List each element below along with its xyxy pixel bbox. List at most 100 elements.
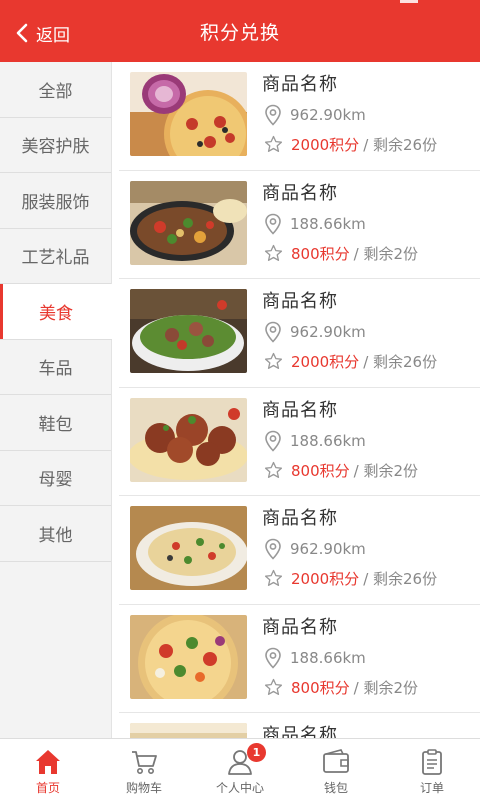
points-value: 800积分 xyxy=(291,678,350,697)
home-icon xyxy=(36,750,60,774)
product-item[interactable]: 商品名称 962.90km 2000积分 / 剩余26份 xyxy=(119,62,480,171)
star-icon xyxy=(264,569,283,587)
product-points: 800积分 / 剩余2份 xyxy=(264,677,418,698)
product-item[interactable]: 商品名称 962.90km 2000积分 / 剩余26份 xyxy=(119,279,480,388)
product-list[interactable]: 商品名称 962.90km 2000积分 / 剩余26份 商品名称 188.66… xyxy=(113,62,480,738)
product-name: 商品名称 xyxy=(262,74,338,95)
product-points: 800积分 / 剩余2份 xyxy=(264,460,418,481)
sidebar-item-label: 全部 xyxy=(38,81,73,102)
product-image xyxy=(130,397,247,482)
distance-value: 962.90km xyxy=(290,540,366,558)
sidebar-item-label: 其他 xyxy=(38,525,73,546)
sidebar-item-shoes-bags[interactable]: 鞋包 xyxy=(0,395,111,451)
star-icon xyxy=(264,678,283,695)
points-value: 2000积分 xyxy=(291,353,360,371)
product-image xyxy=(130,723,247,738)
sidebar-item-other[interactable]: 其他 xyxy=(0,506,111,562)
product-name: 商品名称 xyxy=(262,182,338,204)
category-sidebar: 全部 美容护肤 服装服饰 工艺礼品 美食 车品 鞋包 母婴 其他 xyxy=(0,62,112,738)
stock-remaining: / 剩余2份 xyxy=(353,244,419,263)
sidebar-item-clothing[interactable]: 服装服饰 xyxy=(0,173,111,229)
product-distance: 962.90km xyxy=(264,321,366,343)
sidebar-item-label: 车品 xyxy=(38,359,73,380)
order-icon xyxy=(422,749,442,775)
cart-icon xyxy=(132,751,157,774)
points-value: 800积分 xyxy=(291,244,350,263)
sidebar-item-beauty[interactable]: 美容护肤 xyxy=(0,118,111,173)
product-image xyxy=(130,180,247,265)
product-name: 商品名称 xyxy=(262,291,338,312)
sidebar-item-food[interactable]: 美食 xyxy=(0,284,112,340)
sidebar-item-label: 服装服饰 xyxy=(21,192,90,213)
sidebar-item-label: 美食 xyxy=(39,303,73,324)
star-icon xyxy=(264,244,283,261)
bottom-tab-bar: 首页 购物车 1 个人中心 钱包 订单 xyxy=(0,738,480,800)
points-value: 2000积分 xyxy=(291,136,360,154)
product-name: 商品名称 xyxy=(262,616,338,638)
stock-remaining: / 剩余26份 xyxy=(363,570,438,588)
tab-label: 首页 xyxy=(35,781,60,795)
product-image xyxy=(130,506,247,590)
product-image xyxy=(130,72,247,156)
sidebar-item-all[interactable]: 全部 xyxy=(0,62,111,118)
product-distance: 962.90km xyxy=(264,104,366,126)
app-header: 返回 积分兑换 xyxy=(0,0,480,62)
product-item[interactable]: 商品名称 188.66km 800积分 / 剩余2份 xyxy=(119,388,480,496)
distance-value: 962.90km xyxy=(290,323,366,341)
product-image xyxy=(130,289,247,373)
wallet-icon xyxy=(323,749,349,773)
tab-label: 个人中心 xyxy=(215,781,264,795)
page-title: 积分兑换 xyxy=(199,22,280,44)
sidebar-item-car[interactable]: 车品 xyxy=(0,340,111,395)
stock-remaining: / 剩余2份 xyxy=(353,678,419,697)
location-pin-icon xyxy=(265,647,281,669)
product-points: 2000积分 / 剩余26份 xyxy=(264,134,437,155)
distance-value: 188.66km xyxy=(290,431,366,450)
sidebar-item-label: 工艺礼品 xyxy=(21,248,90,269)
sidebar-item-label: 美容护肤 xyxy=(21,137,90,158)
tab-orders[interactable]: 订单 xyxy=(384,739,480,800)
notification-badge: 1 xyxy=(247,743,266,762)
product-distance: 188.66km xyxy=(264,647,366,669)
points-value: 800积分 xyxy=(291,461,350,480)
stock-remaining: / 剩余2份 xyxy=(353,461,419,480)
product-name: 商品名称 xyxy=(262,508,338,529)
tab-home[interactable]: 首页 xyxy=(0,739,96,800)
product-item[interactable]: 商品名称 xyxy=(119,713,480,738)
status-indicator xyxy=(400,0,418,3)
sidebar-item-label: 鞋包 xyxy=(38,414,73,435)
distance-value: 962.90km xyxy=(290,106,366,124)
product-points: 2000积分 / 剩余26份 xyxy=(264,351,437,372)
tab-cart[interactable]: 购物车 xyxy=(96,739,192,800)
product-points: 2000积分 / 剩余26份 xyxy=(264,568,437,589)
star-icon xyxy=(264,135,283,153)
stock-remaining: / 剩余26份 xyxy=(363,353,438,371)
product-distance: 962.90km xyxy=(264,538,366,560)
location-pin-icon xyxy=(265,538,281,560)
tab-label: 订单 xyxy=(419,781,444,795)
product-item[interactable]: 商品名称 188.66km 800积分 / 剩余2份 xyxy=(119,171,480,279)
sidebar-item-label: 母婴 xyxy=(38,470,73,491)
product-item[interactable]: 商品名称 188.66km 800积分 / 剩余2份 xyxy=(119,605,480,713)
tab-wallet[interactable]: 钱包 xyxy=(288,739,384,800)
sidebar-item-baby[interactable]: 母婴 xyxy=(0,451,111,506)
sidebar-item-crafts[interactable]: 工艺礼品 xyxy=(0,229,111,284)
product-name: 商品名称 xyxy=(262,399,338,421)
points-value: 2000积分 xyxy=(291,570,360,588)
stock-remaining: / 剩余26份 xyxy=(363,136,438,154)
product-item[interactable]: 商品名称 962.90km 2000积分 / 剩余26份 xyxy=(119,496,480,605)
location-pin-icon xyxy=(265,430,281,452)
product-distance: 188.66km xyxy=(264,213,366,235)
tab-label: 钱包 xyxy=(323,781,348,795)
distance-value: 188.66km xyxy=(290,648,366,667)
star-icon xyxy=(264,461,283,478)
location-pin-icon xyxy=(265,321,281,343)
tab-profile[interactable]: 1 个人中心 xyxy=(192,739,288,800)
product-distance: 188.66km xyxy=(264,430,366,452)
product-image xyxy=(130,614,247,699)
location-pin-icon xyxy=(265,104,281,126)
distance-value: 188.66km xyxy=(290,214,366,233)
product-points: 800积分 / 剩余2份 xyxy=(264,243,418,264)
location-pin-icon xyxy=(265,213,281,235)
tab-label: 购物车 xyxy=(125,781,162,795)
